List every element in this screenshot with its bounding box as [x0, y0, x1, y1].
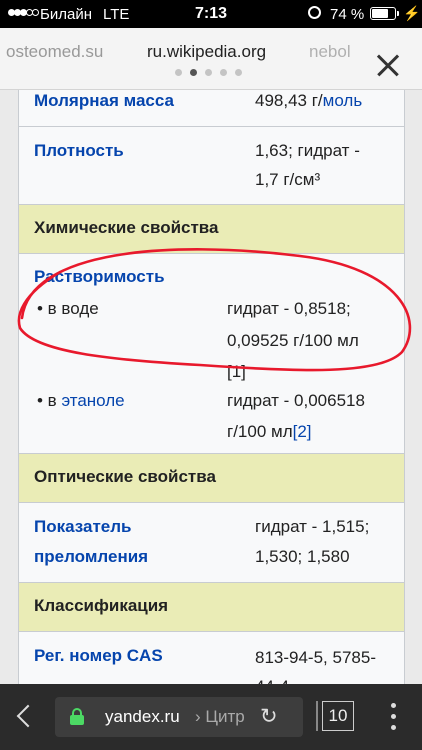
cas-label[interactable]: Рег. номер CAS	[34, 643, 163, 668]
address-url: yandex.ru	[105, 707, 180, 726]
tab-nebol[interactable]: nebol	[309, 42, 351, 62]
cas-value-line1: 813-94-5, 5785-	[255, 648, 376, 667]
cas-row: Рег. номер CAS 813-94-5, 5785- 44-4	[19, 632, 404, 684]
tab-strip: osteomed.su ru.wikipedia.org nebol	[0, 28, 422, 90]
refraction-label-line1[interactable]: Показатель	[34, 514, 131, 539]
chemical-properties-title: Химические свойства	[34, 218, 219, 237]
mole-link[interactable]: моль	[323, 91, 363, 110]
solubility-label[interactable]: Растворимость	[34, 264, 165, 289]
water-value-line1: гидрат - 0,8518;	[227, 299, 351, 318]
alarm-icon	[308, 6, 321, 19]
battery-percent: 74 %	[330, 6, 365, 23]
tab-wikipedia[interactable]: ru.wikipedia.org	[147, 42, 266, 62]
charging-icon: ⚡	[403, 5, 421, 21]
density-label[interactable]: Плотность	[34, 138, 124, 163]
ethanol-value-line2: г/100 мл[2]	[227, 422, 312, 441]
pager-dot	[190, 69, 197, 76]
battery-icon	[370, 7, 396, 20]
status-bar: Билайн LTE 7:13 74 % ⚡	[0, 0, 422, 28]
tab-count: 10	[322, 701, 354, 731]
pager-dot	[220, 69, 227, 76]
refraction-value-line2: 1,530; 1,580	[255, 547, 350, 566]
molar-mass-value: 498,43 г/моль	[255, 91, 363, 110]
cas-value-line2: 44-4	[255, 674, 289, 684]
back-icon[interactable]	[14, 704, 38, 728]
pager-dot	[175, 69, 182, 76]
classification-header: Классификация	[19, 582, 404, 632]
pager-dot	[235, 69, 242, 76]
optical-properties-title: Оптические свойства	[34, 467, 216, 486]
tabs-divider-left	[316, 701, 318, 731]
pager-dot	[205, 69, 212, 76]
refraction-value-line1: гидрат - 1,515;	[255, 517, 370, 536]
page-content: Молярная масса 498,43 г/моль Плотность 1…	[0, 90, 422, 684]
reload-icon[interactable]: ↻	[260, 706, 282, 729]
density-value-line2: 1,7 г/см³	[255, 170, 321, 189]
density-value-line1: 1,63; гидрат -	[255, 141, 360, 160]
browser-toolbar: yandex.ru › Цитр ↻ 10	[0, 684, 422, 750]
ethanol-value-line1: гидрат - 0,006518	[227, 391, 365, 410]
refraction-row: Показатель преломления гидрат - 1,515; 1…	[19, 503, 404, 583]
address-bar[interactable]: yandex.ru › Цитр ↻	[55, 697, 303, 737]
water-label: • в воде	[37, 299, 99, 318]
tabs-button[interactable]: 10	[316, 701, 360, 731]
refraction-label-line2[interactable]: преломления	[34, 544, 148, 569]
water-value-line2: 0,09525 г/100 мл	[227, 331, 359, 350]
molar-mass-label[interactable]: Молярная масса	[34, 90, 174, 113]
address-crumb: › Цитр	[195, 707, 245, 726]
infobox: Молярная масса 498,43 г/моль Плотность 1…	[18, 90, 405, 684]
solubility-row: Растворимость • в воде гидрат - 0,8518; …	[19, 254, 404, 454]
reference-1-link[interactable]: [1]	[227, 359, 246, 384]
lock-icon	[70, 708, 84, 725]
ethanol-link[interactable]: этаноле	[61, 391, 124, 410]
more-menu-icon[interactable]	[390, 703, 398, 731]
close-icon[interactable]	[370, 48, 406, 84]
battery-tip	[397, 11, 399, 16]
tab-page-indicator	[175, 69, 247, 77]
classification-title: Классификация	[34, 596, 169, 615]
reference-2-link[interactable]: [2]	[293, 422, 312, 441]
ethanol-label: • в этаноле	[37, 391, 125, 410]
tab-osteomed[interactable]: osteomed.su	[6, 42, 103, 62]
chemical-properties-header: Химические свойства	[19, 204, 404, 254]
optical-properties-header: Оптические свойства	[19, 453, 404, 503]
density-row: Плотность 1,63; гидрат - 1,7 г/см³	[19, 127, 404, 205]
